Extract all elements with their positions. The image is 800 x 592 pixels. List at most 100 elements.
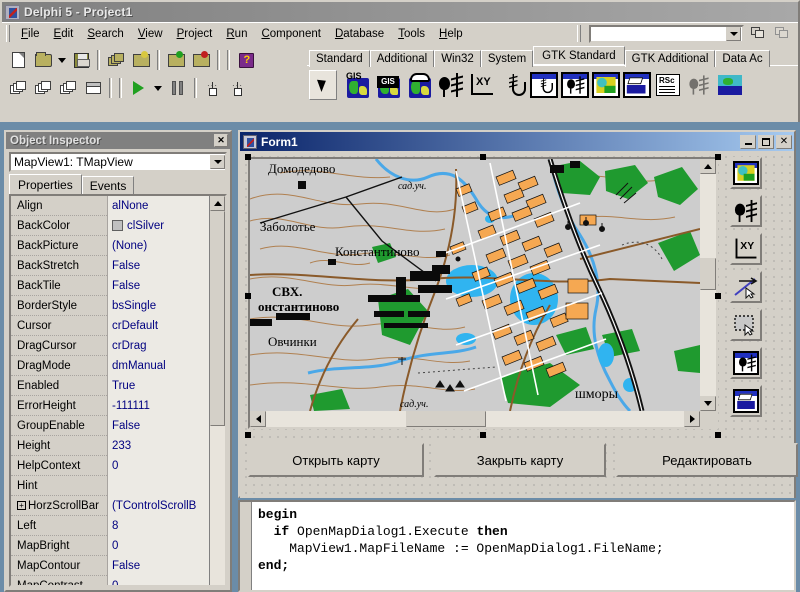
menu-item-database[interactable]: Database (328, 26, 391, 42)
property-row[interactable]: Enabled True (11, 375, 209, 396)
view-form-button[interactable] (31, 77, 55, 100)
map-scroll-right-button[interactable] (684, 411, 700, 427)
property-value[interactable]: -111111 (107, 395, 209, 416)
open-project-button[interactable] (129, 49, 153, 72)
selection-handle[interactable] (245, 293, 251, 299)
remove-file-button[interactable] (189, 49, 213, 72)
map-scroll-down-button[interactable] (700, 396, 716, 411)
help-button[interactable] (234, 49, 258, 72)
oi-tab-events[interactable]: Events (81, 176, 135, 194)
menu-item-run[interactable]: Run (219, 26, 254, 42)
selection-handle[interactable] (715, 154, 721, 160)
menu-item-help[interactable]: Help (432, 26, 470, 42)
property-value[interactable]: (None) (107, 235, 209, 256)
property-value[interactable]: False (107, 255, 209, 276)
property-row[interactable]: DragCursor crDrag (11, 335, 209, 356)
menu-item-project[interactable]: Project (170, 26, 220, 42)
side-tool-select-area[interactable] (730, 309, 762, 341)
property-row[interactable]: GroupEnable False (11, 415, 209, 436)
pause-button[interactable] (166, 77, 190, 100)
property-row[interactable]: ErrorHeight -111111 (11, 395, 209, 416)
editor-code-area[interactable]: begin if OpenMapDialog1.Execute then Map… (252, 502, 794, 590)
map-viewport[interactable]: Домодедово сад.уч. Заболотье Константиново С… (250, 159, 700, 411)
map-scroll-left-button[interactable] (250, 411, 266, 427)
map-hscroll-track[interactable] (266, 411, 684, 427)
selection-handle[interactable] (715, 432, 721, 438)
palette-tab-gtk-standard[interactable]: GTK Standard (533, 46, 625, 65)
mapview-component[interactable]: Домодедово сад.уч. Заболотье Константиново С… (248, 157, 718, 429)
property-value[interactable]: crDrag (107, 335, 209, 356)
view-forms-button[interactable] (748, 25, 768, 43)
palette-trees-component[interactable] (436, 69, 466, 101)
chevron-down-icon[interactable] (726, 26, 741, 41)
map-horizontal-scrollbar[interactable] (250, 411, 700, 427)
palette-xy-component[interactable]: XY (467, 69, 497, 101)
property-grid-scrollbar[interactable] (209, 196, 225, 585)
minimize-button[interactable] (740, 134, 756, 149)
property-value[interactable]: dmManual (107, 355, 209, 376)
map-vscroll-thumb[interactable] (700, 258, 716, 290)
property-value[interactable]: 0 (107, 575, 209, 585)
oi-tab-properties[interactable]: Properties (9, 174, 82, 194)
code-editor[interactable]: begin if OpenMapDialog1.Execute then Map… (238, 500, 796, 592)
save-button[interactable] (69, 49, 93, 72)
selection-handle[interactable] (245, 432, 251, 438)
property-row[interactable]: Left 8 (11, 515, 209, 536)
side-tool-framed-trees[interactable] (730, 347, 762, 379)
property-row[interactable]: + HorzScrollBar (TControlScrollB (11, 495, 209, 516)
map-vscroll-track[interactable] (700, 174, 716, 396)
property-value[interactable]: False (107, 555, 209, 576)
property-value[interactable]: bsSingle (107, 295, 209, 316)
open-file-button[interactable] (31, 49, 55, 72)
new-file-button[interactable] (6, 49, 30, 72)
expand-plus-icon[interactable]: + (17, 501, 26, 510)
step-over-button[interactable]: ··· (226, 77, 250, 100)
palette-mapview-component[interactable] (591, 69, 621, 101)
property-value[interactable]: 0 (107, 455, 209, 476)
palette-image-component[interactable] (715, 69, 745, 101)
selection-handle[interactable] (715, 293, 721, 299)
scrollbar-thumb[interactable] (210, 211, 225, 426)
palette-tab-system[interactable]: System (480, 50, 534, 67)
edit-button[interactable]: Редактировать (616, 443, 798, 477)
property-row[interactable]: HelpContext 0 (11, 455, 209, 476)
side-tool-trees[interactable] (730, 195, 762, 227)
property-row[interactable]: Hint (11, 475, 209, 496)
form-canvas[interactable]: Домодедово сад.уч. Заболотье Константиново С… (240, 151, 798, 498)
selection-handle[interactable] (480, 432, 486, 438)
map-scroll-up-button[interactable] (700, 159, 716, 174)
project-combo[interactable] (589, 24, 744, 43)
close-button[interactable]: ✕ (776, 134, 792, 149)
property-value[interactable] (107, 475, 209, 496)
menu-item-component[interactable]: Component (254, 26, 327, 42)
run-dropdown-button[interactable] (151, 77, 165, 100)
property-value[interactable]: False (107, 415, 209, 436)
trace-into-button[interactable]: ··· (201, 77, 225, 100)
property-value[interactable]: 8 (107, 515, 209, 536)
side-tool-mapview[interactable] (730, 157, 762, 189)
chevron-down-icon[interactable] (210, 155, 225, 169)
property-value[interactable]: alNone (107, 196, 209, 216)
property-value[interactable]: (TControlScrollB (107, 495, 209, 516)
property-value[interactable]: False (107, 275, 209, 296)
palette-framed-trees-component[interactable] (560, 69, 590, 101)
toggle-form-unit-button[interactable] (56, 77, 80, 100)
add-file-button[interactable] (164, 49, 188, 72)
palette-tab-additional[interactable]: Additional (369, 50, 435, 67)
map-hscroll-thumb[interactable] (406, 411, 486, 427)
menu-item-view[interactable]: View (131, 26, 170, 42)
property-row[interactable]: DragMode dmManual (11, 355, 209, 376)
palette-gis-car-component[interactable] (405, 69, 435, 101)
view-unit-button[interactable] (6, 77, 30, 100)
side-tool-print[interactable] (730, 385, 762, 417)
selection-handle[interactable] (245, 154, 251, 160)
map-vertical-scrollbar[interactable] (700, 159, 716, 411)
maximize-button[interactable] (758, 134, 774, 149)
palette-tab-win32[interactable]: Win32 (434, 50, 481, 67)
property-row[interactable]: MapContour False (11, 555, 209, 576)
property-row[interactable]: BackStretch False (11, 255, 209, 276)
close-icon[interactable]: ✕ (214, 134, 228, 147)
property-row[interactable]: BackTile False (11, 275, 209, 296)
property-row[interactable]: MapContrast 0 (11, 575, 209, 585)
menu-item-search[interactable]: Search (80, 26, 130, 42)
